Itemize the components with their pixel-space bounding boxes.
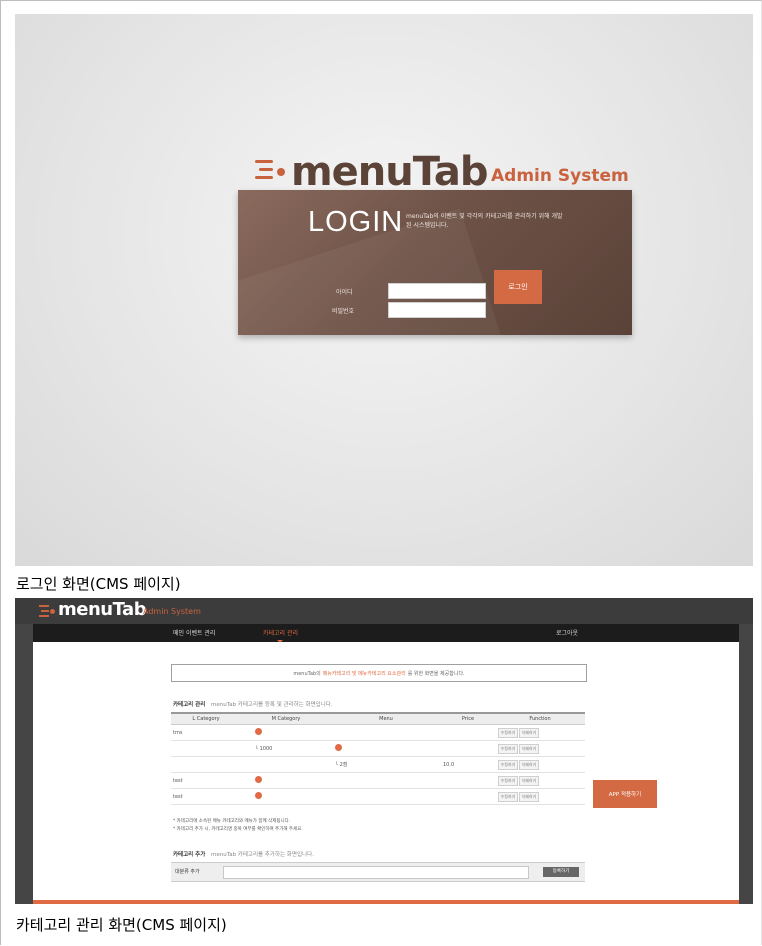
col-function: Function	[495, 712, 585, 725]
section-title: 카테고리 관리	[173, 702, 206, 708]
cell-function: 수정하기 삭제하기	[495, 772, 585, 789]
logo-subtitle: Admin System	[143, 607, 201, 616]
cell-function: 수정하기 삭제하기	[495, 740, 585, 757]
login-screenshot: menuTab Admin System LOGIN menuTab의 이벤트 …	[15, 14, 753, 566]
login-panel: LOGIN menuTab의 이벤트 및 각각의 카테고리를 관리하기 위해 개…	[238, 190, 632, 335]
cell-l	[171, 740, 241, 757]
notice-box: menuTab의 메뉴카테고리 및 메뉴카테고리 요소관리 를 위한 화면을 제…	[171, 664, 587, 682]
table-row: test 수정하기 삭제하기	[171, 788, 585, 805]
table-row: └ 2점 10.0 수정하기 삭제하기	[171, 756, 585, 773]
add-category-row: 대분류 추가 등록하기	[171, 862, 585, 882]
col-m-category: M Category	[241, 712, 331, 725]
cell-l: test	[171, 772, 241, 789]
cell-price	[441, 724, 495, 741]
section-description: menuTab 카테고리를 등록 및 관리하는 화면입니다.	[211, 702, 333, 708]
section-title: 카테고리 추가	[173, 852, 206, 858]
cell-m: └ 1000	[241, 740, 331, 757]
add-category-label: 대분류 추가	[175, 869, 200, 875]
logo-mark-icon	[255, 160, 285, 186]
edit-button[interactable]: 수정하기	[498, 727, 518, 738]
table-row: tms 수정하기 삭제하기	[171, 724, 585, 741]
logo-wordmark: menuTab	[291, 149, 489, 195]
edit-button[interactable]: 수정하기	[498, 775, 518, 786]
edit-button[interactable]: 수정하기	[498, 743, 518, 754]
cell-menu	[331, 788, 441, 805]
note-line: * 카테고리 추가 시, 카테고리명 중복 여부를 확인하여 추가해 주세요.	[173, 827, 303, 832]
category-screenshot: menuTab Admin System 메인 이벤트 관리 카테고리 관리 로…	[15, 598, 753, 904]
status-dot-icon	[255, 792, 262, 799]
cell-function: 수정하기 삭제하기	[495, 788, 585, 805]
cell-function: 수정하기 삭제하기	[495, 724, 585, 741]
cell-price: 10.0	[441, 756, 495, 773]
cell-m	[241, 788, 331, 805]
footer-accent-bar	[33, 900, 739, 904]
delete-button[interactable]: 삭제하기	[519, 775, 539, 786]
category-caption: 카테고리 관리 화면(CMS 페이지)	[16, 916, 227, 934]
add-category-input[interactable]	[223, 866, 529, 879]
cell-m	[241, 724, 331, 741]
edit-button[interactable]: 수정하기	[498, 791, 518, 802]
cell-menu	[331, 724, 441, 741]
register-button[interactable]: 등록하기	[543, 867, 579, 877]
section-description: menuTab 카테고리를 추가하는 화면입니다.	[211, 852, 314, 858]
logout-link[interactable]: 로그아웃	[556, 628, 578, 637]
password-label: 비밀번호	[332, 308, 355, 315]
nav-main-event[interactable]: 메인 이벤트 관리	[173, 628, 215, 637]
cell-l: tms	[171, 724, 241, 741]
cell-l: test	[171, 788, 241, 805]
status-dot-icon	[255, 728, 262, 735]
cell-menu	[331, 772, 441, 789]
logo-subtitle: Admin System	[491, 166, 629, 186]
cell-m	[241, 772, 331, 789]
status-dot-icon	[255, 776, 262, 783]
id-label: 아이디	[336, 289, 353, 296]
edit-button[interactable]: 수정하기	[498, 759, 518, 770]
col-l-category: L Category	[171, 712, 241, 725]
category-list-heading: 카테고리 관리 menuTab 카테고리를 등록 및 관리하는 화면입니다.	[173, 700, 333, 708]
logo-wordmark: menuTab	[58, 599, 147, 620]
cell-price	[441, 772, 495, 789]
cell-l	[171, 756, 241, 773]
cell-menu	[331, 740, 441, 757]
login-button[interactable]: 로그인	[494, 270, 542, 304]
col-menu: Menu	[331, 712, 441, 725]
login-title: LOGIN	[308, 206, 404, 238]
col-price: Price	[441, 712, 495, 725]
top-nav: 메인 이벤트 관리 카테고리 관리 로그아웃	[33, 624, 739, 643]
notice-suffix: 를 위한 화면을 제공합니다.	[407, 670, 465, 677]
delete-button[interactable]: 삭제하기	[519, 743, 539, 754]
cell-function: 수정하기 삭제하기	[495, 756, 585, 773]
notice-highlight: 메뉴카테고리 및 메뉴카테고리 요소관리	[322, 670, 406, 677]
menutab-logo: menuTab Admin System	[255, 148, 635, 196]
logo-mark-icon	[39, 605, 55, 617]
login-caption: 로그인 화면(CMS 페이지)	[16, 575, 181, 593]
table-row: test 수정하기 삭제하기	[171, 772, 585, 789]
cell-price	[441, 740, 495, 757]
app-apply-button[interactable]: APP 적용하기	[593, 780, 657, 808]
note-line: * 카테고리에 소속된 메뉴 카테고리와 메뉴가 함께 삭제됩니다.	[173, 819, 291, 824]
nav-category[interactable]: 카테고리 관리	[263, 628, 298, 643]
delete-button[interactable]: 삭제하기	[519, 759, 539, 770]
notice-prefix: menuTab의	[293, 670, 321, 677]
category-table: L Category M Category Menu Price Functio…	[171, 712, 585, 805]
category-add-heading: 카테고리 추가 menuTab 카테고리를 추가하는 화면입니다.	[173, 850, 314, 858]
content-area: menuTab의 메뉴카테고리 및 메뉴카테고리 요소관리 를 위한 화면을 제…	[33, 642, 739, 904]
password-input[interactable]	[388, 302, 486, 318]
cell-m	[241, 756, 331, 773]
login-description: menuTab의 이벤트 및 각각의 카테고리를 관리하기 위해 개발된 시스템…	[406, 213, 563, 229]
table-row: └ 1000 수정하기 삭제하기	[171, 740, 585, 757]
delete-button[interactable]: 삭제하기	[519, 727, 539, 738]
status-dot-icon	[335, 744, 342, 751]
cell-price	[441, 788, 495, 805]
header-bar: menuTab Admin System	[15, 598, 753, 624]
delete-button[interactable]: 삭제하기	[519, 791, 539, 802]
cell-menu: └ 2점	[331, 756, 441, 773]
id-input[interactable]	[388, 283, 486, 299]
